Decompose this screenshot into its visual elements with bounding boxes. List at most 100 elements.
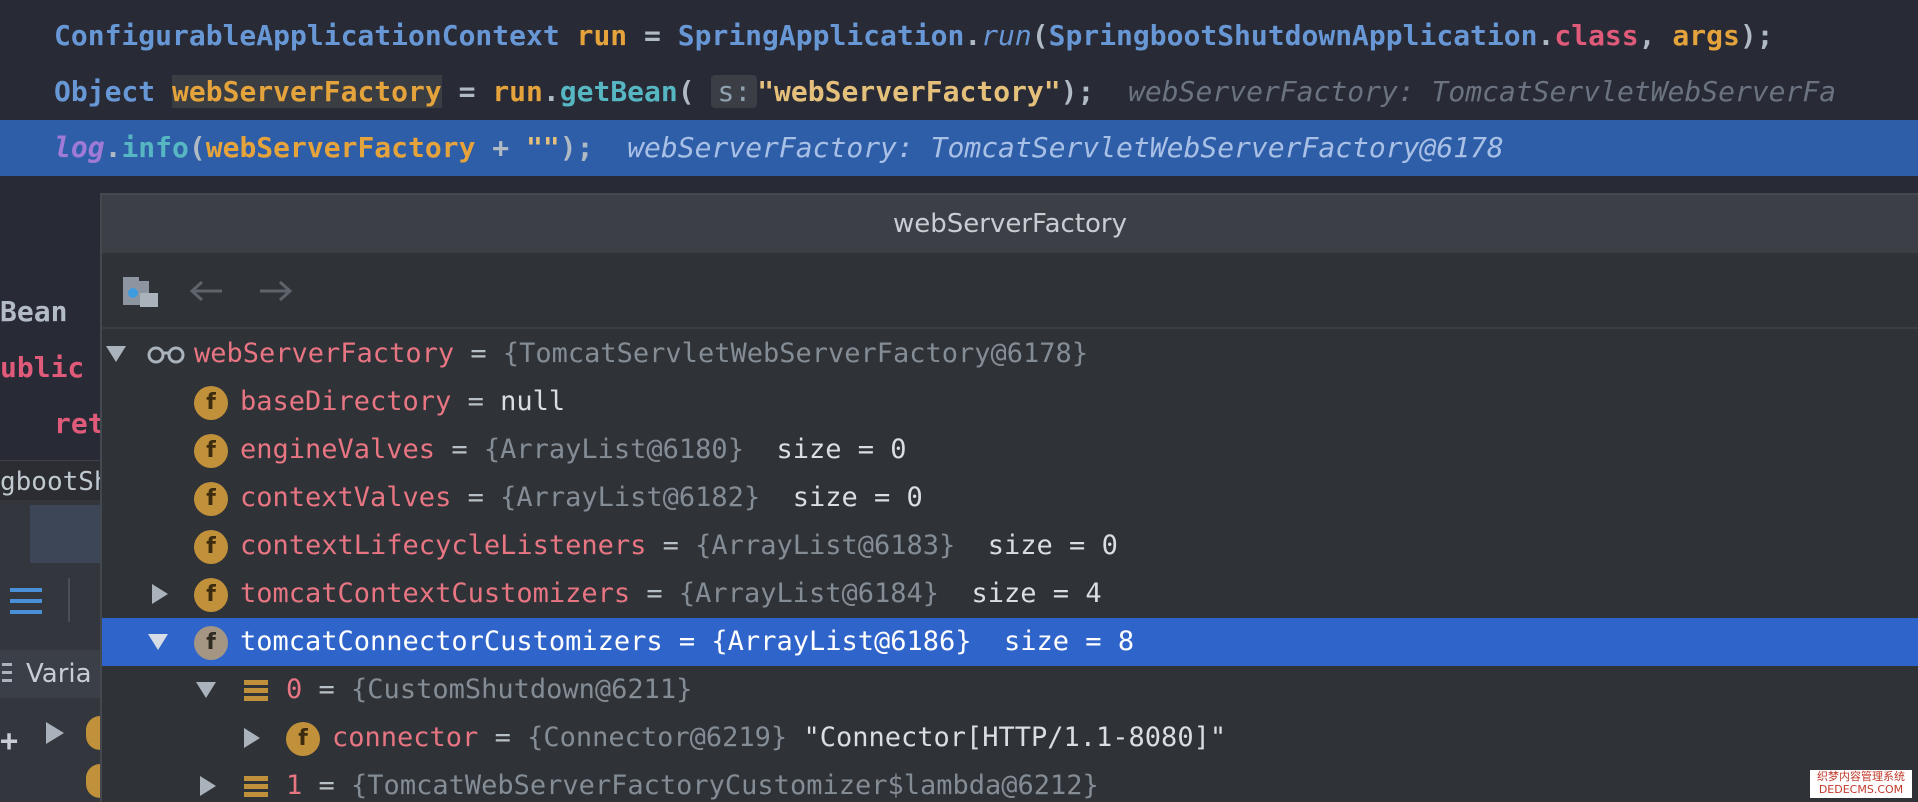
- tree-row-array-element[interactable]: 0 = {CustomShutdown@6211}: [102, 666, 1918, 714]
- array-element-icon: [244, 680, 268, 701]
- expand-arrow-icon[interactable]: [196, 774, 220, 798]
- tree-row-field[interactable]: f contextLifecycleListeners = {ArrayList…: [102, 522, 1918, 570]
- tree-row-array-element[interactable]: 1 = {TomcatWebServerFactoryCustomizer$la…: [102, 762, 1918, 802]
- folder-view-icon: [123, 277, 158, 307]
- tree-row-field[interactable]: f tomcatContextCustomizers = {ArrayList@…: [102, 570, 1918, 618]
- add-icon[interactable]: +: [0, 727, 18, 757]
- field-object: {ArrayList@6180}: [483, 434, 744, 465]
- token-dot: .: [1537, 19, 1555, 52]
- field-object: {ArrayList@6182}: [500, 482, 761, 513]
- equals: =: [662, 626, 712, 657]
- field-object: {ArrayList@6184}: [678, 578, 940, 609]
- watermark-logo: 织梦内容管理系统 DEDECMS.COM: [1810, 770, 1912, 798]
- field-icon: f: [194, 482, 228, 516]
- field-name: contextValves: [240, 482, 452, 513]
- field-name: baseDirectory: [240, 386, 452, 417]
- code-line-1[interactable]: ConfigurableApplicationContext run = Spr…: [0, 8, 1918, 64]
- element-object: {CustomShutdown@6211}: [351, 674, 693, 705]
- field-icon: f: [194, 386, 228, 420]
- equals: =: [454, 338, 503, 369]
- token-paren: (: [1031, 19, 1049, 52]
- field-object: {ArrayList@6186}: [711, 626, 972, 657]
- token-method: run: [981, 19, 1032, 52]
- tree-row-field[interactable]: f baseDirectory = null: [102, 378, 1918, 426]
- token-close: );: [1060, 75, 1095, 108]
- token-plus: +: [475, 131, 527, 164]
- token-method: getBean: [559, 75, 678, 108]
- field-size: size = 0: [955, 530, 1118, 561]
- equals: =: [646, 530, 696, 561]
- expand-arrow-icon[interactable]: [148, 582, 172, 606]
- field-value: null: [500, 386, 566, 417]
- variables-tab[interactable]: Varia: [0, 650, 100, 698]
- token-dot: .: [964, 19, 982, 52]
- field-size: size = 8: [971, 626, 1135, 657]
- tree-row-field[interactable]: f contextValves = {ArrayList@6182} size …: [102, 474, 1918, 522]
- keyword-fragment: ublic: [0, 351, 85, 384]
- field-icon: f: [194, 530, 228, 564]
- variable-inspector-popup[interactable]: webServerFactory webServerFactory = {Tom…: [100, 193, 1918, 802]
- field-name: connector: [332, 722, 479, 753]
- return-fragment: ret: [54, 407, 105, 440]
- watch-glasses-icon: [147, 346, 185, 364]
- field-name: tomcatConnectorCustomizers: [240, 626, 663, 657]
- field-object: {Connector@6219}: [527, 722, 788, 753]
- token-string: "webServerFactory": [757, 75, 1061, 108]
- forward-button[interactable]: [256, 271, 296, 311]
- field-string-value: "Connector[HTTP/1.1-8080]": [787, 722, 1227, 753]
- tree-row-field[interactable]: f engineValves = {ArrayList@6180} size =…: [102, 426, 1918, 474]
- token-paren: (: [188, 131, 206, 164]
- token-arg-class: SpringbootShutdownApplication: [1048, 19, 1538, 52]
- arrow-right-icon: [260, 280, 293, 302]
- tree-row-field-selected[interactable]: f tomcatConnectorCustomizers = {ArrayLis…: [102, 618, 1918, 666]
- field-icon: f: [286, 722, 320, 756]
- token-log: log: [54, 131, 105, 164]
- watermark-line-2: DEDECMS.COM: [1818, 783, 1904, 796]
- debug-frame-strip: [30, 505, 100, 563]
- equals: =: [630, 578, 679, 609]
- popup-title: webServerFactory: [893, 209, 1127, 239]
- array-element-icon: [244, 776, 268, 797]
- field-name: contextLifecycleListeners: [240, 530, 647, 561]
- expand-arrow-icon[interactable]: [240, 726, 264, 750]
- collapse-arrow-icon[interactable]: [194, 678, 218, 702]
- element-index: 0: [286, 674, 303, 705]
- field-name: tomcatContextCustomizers: [240, 578, 631, 609]
- token-close: );: [1739, 19, 1774, 52]
- tab-label-fragment: gbootSh: [0, 467, 110, 497]
- token-obj: run: [492, 75, 543, 108]
- parameter-hint: s:: [711, 75, 758, 108]
- field-size: size = 4: [939, 578, 1102, 609]
- expand-arrow-icon[interactable]: [44, 720, 66, 746]
- back-button[interactable]: [186, 271, 226, 311]
- code-line-3-current[interactable]: log.info(webServerFactory + ""); webServ…: [0, 120, 1918, 176]
- equals: =: [478, 722, 528, 753]
- inline-debug-hint: webServerFactory: TomcatServletWebServer…: [627, 131, 1504, 164]
- collapse-arrow-icon[interactable]: [146, 630, 170, 654]
- tree-row-field[interactable]: f connector = {Connector@6219} "Connecto…: [102, 714, 1918, 762]
- token-paren: (: [677, 75, 712, 108]
- tree-row-root[interactable]: webServerFactory = {TomcatServletWebServ…: [102, 330, 1918, 378]
- code-line-2[interactable]: Object webServerFactory = run.getBean( s…: [0, 64, 1918, 120]
- field-size: size = 0: [743, 434, 907, 465]
- equals: =: [302, 770, 352, 801]
- token-type: Object: [54, 75, 156, 108]
- token-class: SpringApplication: [677, 19, 965, 52]
- token-close: );: [559, 131, 594, 164]
- element-index: 1: [286, 770, 303, 801]
- variables-icon: [2, 663, 12, 685]
- show-in-variables-button[interactable]: [120, 271, 160, 311]
- token-type: ConfigurableApplicationContext: [54, 19, 560, 52]
- token-string: "": [526, 131, 560, 164]
- token-method: info: [121, 131, 189, 164]
- debug-tab-strip[interactable]: gbootSh: [0, 460, 110, 504]
- collapse-arrow-icon[interactable]: [104, 342, 128, 366]
- equals: =: [435, 434, 484, 465]
- popup-header[interactable]: webServerFactory: [102, 195, 1918, 253]
- field-name: engineValves: [240, 434, 436, 465]
- arrow-left-icon: [189, 280, 222, 302]
- field-object: {ArrayList@6183}: [695, 530, 956, 561]
- token-keyword: class: [1554, 19, 1639, 52]
- watermark-line-1: 织梦内容管理系统: [1817, 770, 1905, 783]
- menu-icon[interactable]: [10, 588, 42, 616]
